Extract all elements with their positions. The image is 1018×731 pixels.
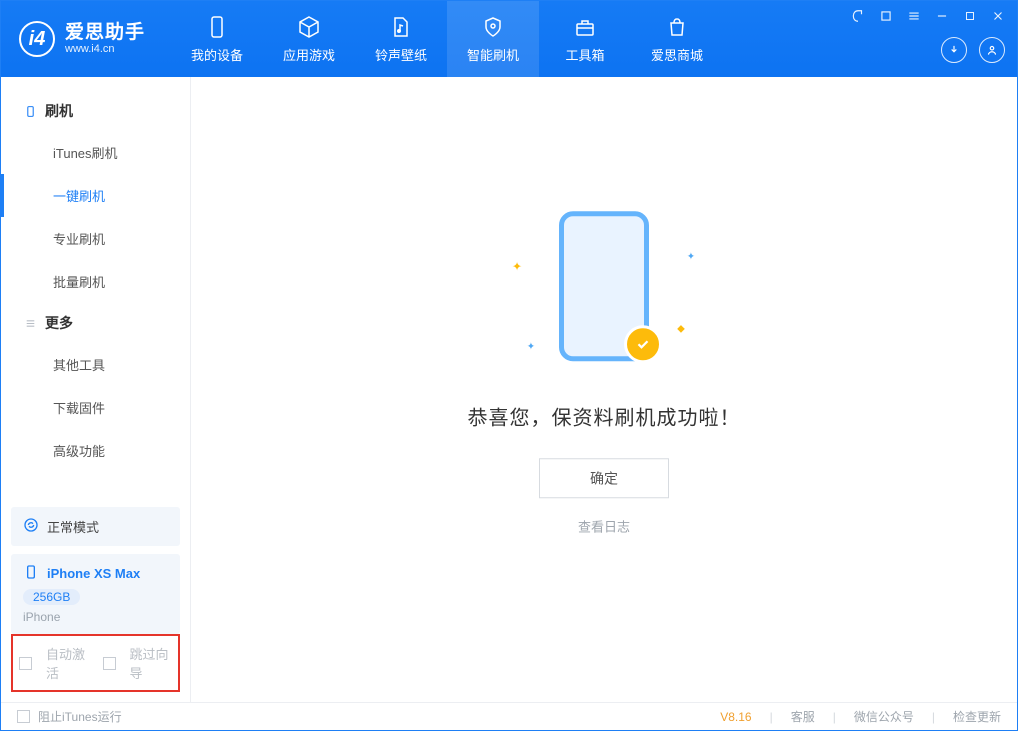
brand-logo: i4 爱思助手 www.i4.cn [1, 1, 163, 77]
title-bar: i4 爱思助手 www.i4.cn 我的设备 应用游戏 铃声壁纸 智能刷机 工具… [1, 1, 1017, 77]
window-controls [849, 7, 1007, 25]
phone-outline-icon [23, 104, 37, 118]
brand-url: www.i4.cn [65, 43, 145, 55]
footer-link-wechat[interactable]: 微信公众号 [854, 708, 914, 725]
nav-label: 智能刷机 [467, 45, 519, 64]
sidebar-item-batch-flash[interactable]: 批量刷机 [53, 260, 190, 303]
sidebar-group-flash: 刷机 [1, 91, 190, 131]
music-file-icon [389, 15, 413, 39]
mode-label: 正常模式 [47, 517, 99, 536]
cube-icon [297, 15, 321, 39]
sidebar-item-other-tools[interactable]: 其他工具 [53, 343, 190, 386]
nav-label: 应用游戏 [283, 45, 335, 64]
download-button[interactable] [941, 37, 967, 63]
nav-ringtone-wallpaper[interactable]: 铃声壁纸 [355, 1, 447, 77]
device-icon [205, 15, 229, 39]
logo-icon: i4 [19, 21, 55, 57]
nav-label: 我的设备 [191, 45, 243, 64]
success-illustration: ✦ ✦ ✦ ◆ [504, 211, 704, 381]
check-badge-icon [624, 325, 662, 363]
success-message: 恭喜您，保资料刷机成功啦！ [404, 401, 804, 430]
nav-label: 爱思商城 [651, 45, 703, 64]
user-button[interactable] [979, 37, 1005, 63]
header-actions [941, 37, 1005, 63]
device-type: iPhone [23, 610, 168, 624]
device-card[interactable]: iPhone XS Max 256GB iPhone [11, 554, 180, 634]
device-name: iPhone XS Max [47, 566, 140, 581]
sidebar-item-pro-flash[interactable]: 专业刷机 [53, 217, 190, 260]
skin-icon[interactable] [877, 7, 895, 25]
footer-link-check-update[interactable]: 检查更新 [953, 708, 1001, 725]
skip-wizard-label: 跳过向导 [130, 644, 173, 682]
close-button[interactable] [989, 7, 1007, 25]
status-bar: 阻止iTunes运行 V8.16 | 客服 | 微信公众号 | 检查更新 [1, 702, 1017, 730]
highlighted-options-row: 自动激活 跳过向导 [11, 634, 180, 692]
checkbox-skip-wizard[interactable] [103, 657, 116, 670]
sync-icon [23, 517, 39, 536]
content-area: ✦ ✦ ✦ ◆ 恭喜您，保资料刷机成功啦！ 确定 查看日志 [191, 77, 1017, 702]
sidebar-item-oneclick-flash[interactable]: 一键刷机 [53, 174, 190, 217]
sidebar-group-more: 更多 [1, 303, 190, 343]
block-itunes-label: 阻止iTunes运行 [38, 708, 122, 725]
checkbox-auto-activate[interactable] [19, 657, 32, 670]
nav-my-device[interactable]: 我的设备 [171, 1, 263, 77]
main-nav: 我的设备 应用游戏 铃声壁纸 智能刷机 工具箱 爱思商城 [171, 1, 723, 77]
store-icon [665, 15, 689, 39]
version-label: V8.16 [720, 710, 751, 724]
checkbox-block-itunes[interactable] [17, 710, 30, 723]
minimize-button[interactable] [933, 7, 951, 25]
nav-label: 铃声壁纸 [375, 45, 427, 64]
device-storage: 256GB [23, 589, 80, 605]
maximize-button[interactable] [961, 7, 979, 25]
sidebar: 刷机 iTunes刷机 一键刷机 专业刷机 批量刷机 更多 其他工具 下载固件 … [1, 77, 191, 702]
nav-toolbox[interactable]: 工具箱 [539, 1, 631, 77]
shield-icon [481, 15, 505, 39]
confirm-button[interactable]: 确定 [539, 458, 669, 498]
nav-label: 工具箱 [566, 45, 605, 64]
toolbox-icon [573, 15, 597, 39]
sidebar-item-itunes-flash[interactable]: iTunes刷机 [53, 131, 190, 174]
nav-apps-games[interactable]: 应用游戏 [263, 1, 355, 77]
view-log-link[interactable]: 查看日志 [578, 519, 630, 534]
sidebar-item-advanced[interactable]: 高级功能 [53, 429, 190, 472]
mode-card[interactable]: 正常模式 [11, 507, 180, 546]
footer-link-support[interactable]: 客服 [791, 708, 815, 725]
nav-smart-flash[interactable]: 智能刷机 [447, 1, 539, 77]
theme-icon[interactable] [849, 7, 867, 25]
nav-store[interactable]: 爱思商城 [631, 1, 723, 77]
menu-icon[interactable] [905, 7, 923, 25]
brand-title: 爱思助手 [65, 23, 145, 44]
device-icon [23, 564, 39, 583]
sidebar-item-download-firmware[interactable]: 下载固件 [53, 386, 190, 429]
list-icon [23, 316, 37, 330]
auto-activate-label: 自动激活 [46, 644, 89, 682]
